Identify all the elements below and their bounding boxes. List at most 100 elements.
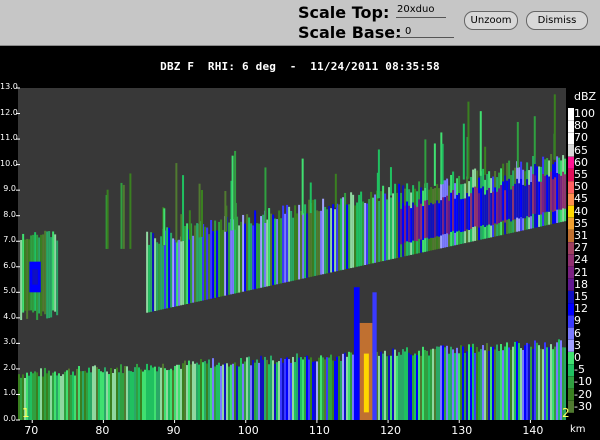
echo-cell [294, 361, 296, 420]
echo-cell [380, 191, 383, 262]
echo-cell [24, 239, 27, 311]
echo-cell [262, 359, 264, 420]
y-tick-label: 10.0 [0, 158, 18, 168]
echo-cell [172, 370, 174, 420]
echo-cell [432, 348, 434, 420]
echo-cell [462, 198, 465, 232]
echo-cell [26, 238, 29, 319]
echo-cell [452, 349, 454, 420]
echo-cell [434, 203, 437, 238]
echo-cell [516, 341, 518, 420]
echo-cell [280, 358, 282, 420]
echo-cell [218, 362, 220, 420]
echo-cell [110, 368, 112, 420]
echo-cell [132, 371, 134, 420]
echo-cell [446, 345, 448, 420]
echo-cell [500, 185, 503, 222]
echo-cell [224, 190, 227, 232]
echo-cell [222, 364, 224, 420]
echo-cell [484, 194, 487, 227]
echo-cell [538, 345, 540, 420]
echo-cell [404, 205, 407, 243]
echo-cell [474, 352, 476, 420]
echo-cell [444, 197, 447, 235]
echo-cell [154, 238, 157, 311]
echo-cell [60, 375, 62, 420]
echo-cell [254, 210, 257, 290]
echo-cell [418, 199, 421, 239]
echo-cell [514, 341, 516, 420]
echo-cell [244, 361, 246, 420]
echo-cell [442, 197, 445, 235]
echo-cell [150, 232, 153, 312]
y-tick-label: 5.0 [3, 286, 16, 296]
echo-cell [550, 344, 552, 420]
echo-cell [410, 354, 412, 420]
legend-label: 35 [574, 216, 588, 230]
echo-cell [336, 356, 338, 420]
echo-cell [94, 365, 96, 420]
echo-cell [482, 345, 484, 420]
echo-cell [536, 342, 538, 420]
echo-cell [50, 237, 53, 318]
echo-cell [318, 211, 321, 276]
echo-cell [240, 221, 243, 293]
echo-cell [498, 188, 501, 224]
echo-cell [522, 184, 525, 219]
y-tick-label: 1.0 [3, 388, 16, 398]
echo-cell [538, 181, 541, 215]
echo-cell [218, 221, 221, 297]
echo-cell [520, 178, 523, 218]
echo-cell [468, 344, 470, 420]
echo-cell [546, 174, 549, 212]
echo-cell [420, 203, 423, 240]
echo-cell [172, 238, 175, 308]
echo-cell [450, 192, 453, 232]
echo-cell [336, 203, 339, 272]
marker-right: 2 [562, 406, 570, 420]
legend-label: 55 [574, 168, 588, 181]
echo-cell [376, 172, 379, 199]
rhi-plot[interactable] [0, 0, 600, 440]
echo-cell [282, 205, 285, 283]
echo-cell [376, 190, 379, 263]
echo-cell [324, 206, 327, 274]
echo-cell [40, 368, 42, 420]
echo-cell [90, 372, 92, 420]
echo-cell [496, 344, 498, 420]
echo-cell [304, 204, 307, 279]
echo-cell [166, 227, 169, 309]
echo-cell [256, 223, 259, 289]
legend-label: 70 [574, 131, 588, 145]
echo-cell [184, 360, 186, 420]
echo-cell [188, 360, 190, 420]
echo-cell [516, 178, 519, 218]
echo-cell [74, 375, 76, 420]
echo-cell [46, 373, 48, 420]
legend-label: 50 [574, 180, 588, 194]
echo-cell [46, 231, 49, 319]
echo-cell [202, 362, 204, 420]
legend-label: -20 [574, 387, 592, 401]
echo-cell [400, 208, 403, 245]
echo-cell [542, 349, 544, 420]
echo-cell [226, 363, 228, 420]
echo-cell [374, 194, 377, 263]
echo-cell [166, 370, 168, 420]
echo-cell [276, 219, 279, 285]
echo-cell [424, 349, 426, 420]
echo-cell [290, 210, 293, 282]
y-tick-label: 7.0 [3, 235, 16, 245]
echo-cell [236, 365, 238, 420]
echo-cell [76, 368, 78, 420]
echo-cell [406, 347, 408, 420]
echo-cell [100, 371, 102, 420]
echo-cell [456, 347, 458, 420]
legend-label: -30 [574, 399, 592, 413]
echo-cell [546, 347, 548, 420]
echo-cell [434, 349, 436, 420]
echo-cell [272, 214, 275, 286]
echo-cell [301, 158, 304, 215]
echo-cell [192, 235, 195, 303]
echo-cell [534, 340, 536, 420]
